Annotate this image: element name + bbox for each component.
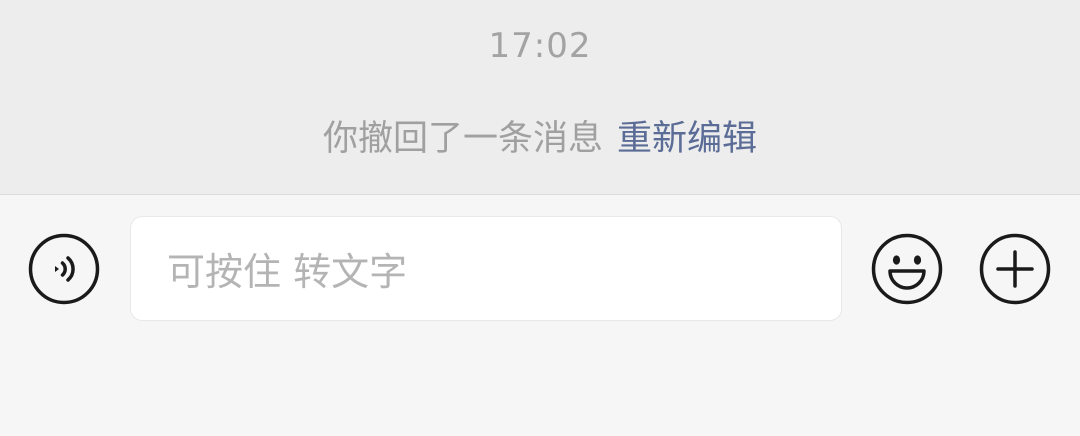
- emoji-icon: [871, 233, 943, 305]
- more-button[interactable]: [979, 233, 1051, 305]
- recall-message: 你撤回了一条消息: [322, 119, 603, 159]
- plus-icon: [979, 233, 1051, 305]
- message-timestamp: 17:02: [488, 26, 592, 66]
- voice-input-button[interactable]: [28, 233, 100, 305]
- message-input-placeholder: 可按住 转文字: [167, 250, 408, 294]
- message-input[interactable]: 可按住 转文字: [130, 216, 842, 321]
- voice-icon: [28, 233, 100, 305]
- emoji-button[interactable]: [871, 233, 943, 305]
- input-bar: 可按住 转文字: [0, 195, 1080, 436]
- reedit-link[interactable]: 重新编辑: [617, 119, 757, 159]
- chat-area: 17:02 你撤回了一条消息 重新编辑: [0, 0, 1080, 194]
- recall-notice: 你撤回了一条消息 重新编辑: [0, 110, 1080, 161]
